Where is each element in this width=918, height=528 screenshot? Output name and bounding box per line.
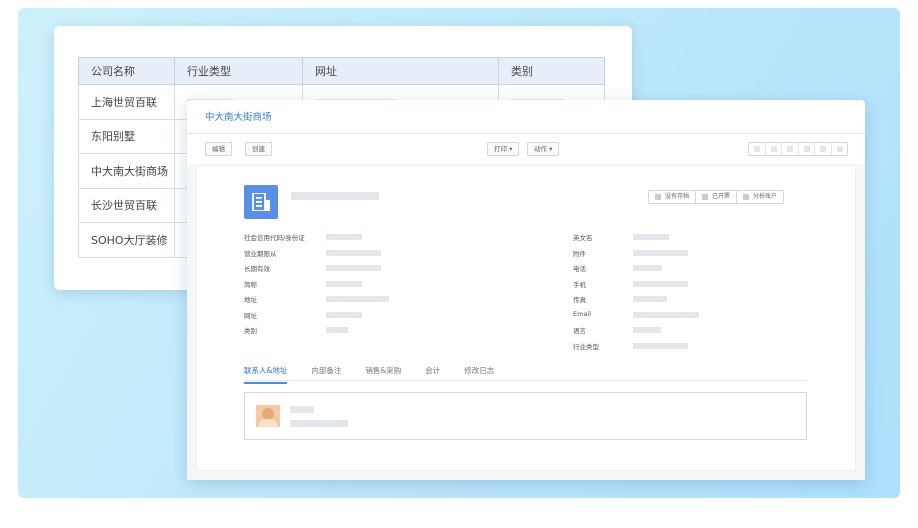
field-label-short-name: 简称: [244, 281, 257, 289]
field-label-attachment: 附件: [573, 250, 586, 258]
cell-company-name[interactable]: 东阳别墅: [78, 118, 175, 154]
company-form-sheet: 没有存档 已开票 分析账户 社会信用代码/身份证 营业期限从 长期有效 简称 地…: [197, 166, 855, 470]
print-label: 打印: [494, 145, 507, 153]
pager-button[interactable]: [832, 143, 848, 155]
field-label-address: 地址: [244, 296, 257, 304]
column-header-category[interactable]: 类别: [498, 57, 605, 85]
pager-button[interactable]: [766, 143, 782, 155]
create-button[interactable]: 创建: [245, 142, 272, 156]
table-header-row: 公司名称 行业类型 网址 类别: [78, 57, 605, 85]
cell-company-name[interactable]: 长沙世贸百联: [78, 187, 175, 223]
column-header-website[interactable]: 网址: [302, 57, 499, 85]
field-value-address[interactable]: [326, 296, 389, 302]
archive-icon: [655, 194, 661, 200]
tab-accounting[interactable]: 会计: [425, 365, 440, 384]
field-label-credit-code: 社会信用代码/身份证: [244, 234, 305, 242]
pager-button[interactable]: [749, 143, 766, 155]
field-value-category[interactable]: [326, 327, 348, 333]
company-name-placeholder: [291, 192, 379, 200]
contact-card[interactable]: [244, 392, 807, 440]
cell-company-name[interactable]: SOHO大厅装修: [78, 222, 175, 258]
tab-sales-purchase[interactable]: 销售&采购: [365, 365, 401, 384]
field-label-long-term: 长期有效: [244, 265, 270, 273]
no-archive-button[interactable]: 没有存档: [649, 191, 697, 203]
column-header-industry[interactable]: 行业类型: [174, 57, 303, 85]
field-value-mobile[interactable]: [633, 281, 688, 287]
notebook-tabs: 联系人&地址 内部备注 销售&采购 会计 修改日志: [244, 365, 518, 384]
avatar: [256, 405, 280, 427]
tabs-divider: [244, 380, 807, 381]
field-value-credit-code[interactable]: [326, 234, 362, 240]
field-value-short-name[interactable]: [326, 281, 362, 287]
invoice-icon: [702, 194, 709, 200]
cell-company-name[interactable]: 中大南大街商场: [78, 153, 175, 189]
field-label-website: 网址: [244, 312, 257, 320]
field-label-phone: 电话: [573, 265, 586, 273]
field-label-language: 语言: [573, 327, 586, 335]
field-value-long-term[interactable]: [326, 265, 381, 271]
breadcrumb[interactable]: 中大南大街商场: [205, 109, 272, 123]
cell-company-name[interactable]: 上海世贸百联: [78, 84, 175, 120]
pager-controls[interactable]: [748, 142, 848, 156]
field-value-industry[interactable]: [633, 343, 688, 349]
field-label-term-from: 营业期限从: [244, 250, 277, 258]
action-label: 动作: [534, 145, 547, 153]
pager-button[interactable]: [815, 143, 832, 155]
field-label-category: 类别: [244, 327, 257, 335]
field-label-industry: 行业类型: [573, 343, 599, 351]
print-dropdown[interactable]: 打印 ▾: [487, 142, 520, 156]
pager-button[interactable]: [799, 143, 815, 155]
field-label-email: Email: [573, 310, 592, 318]
header-divider: [187, 133, 865, 134]
field-label-english-name: 英文名: [573, 234, 593, 242]
column-header-company-name[interactable]: 公司名称: [78, 57, 175, 85]
field-value-term-from[interactable]: [326, 250, 381, 256]
contact-name-placeholder: [290, 406, 314, 413]
edit-button[interactable]: 编辑: [205, 142, 232, 156]
smart-buttons: 没有存档 已开票 分析账户: [648, 190, 785, 204]
contact-detail-placeholder: [290, 420, 348, 427]
pager-button[interactable]: [782, 143, 799, 155]
chevron-down-icon: ▾: [509, 145, 513, 153]
analytics-icon: [743, 194, 750, 200]
company-detail-card: 中大南大街商场 编辑 创建 打印 ▾ 动作 ▾ 没有存档 已开票 分析账户 社会…: [187, 100, 865, 480]
action-dropdown[interactable]: 动作 ▾: [527, 142, 560, 156]
building-card-icon: [244, 185, 278, 219]
invoiced-button[interactable]: 已开票: [696, 191, 738, 203]
field-value-fax[interactable]: [633, 296, 667, 302]
field-value-email[interactable]: [633, 312, 699, 318]
field-label-fax: 传真: [573, 296, 586, 304]
analytic-account-button[interactable]: 分析账户: [737, 191, 783, 203]
field-value-phone[interactable]: [633, 265, 662, 271]
field-value-website[interactable]: [326, 312, 362, 318]
field-value-attachment[interactable]: [633, 250, 688, 256]
field-value-english-name[interactable]: [633, 234, 669, 240]
field-label-mobile: 手机: [573, 281, 586, 289]
tab-contacts-addresses[interactable]: 联系人&地址: [244, 365, 288, 384]
tab-change-log[interactable]: 修改日志: [464, 365, 494, 384]
tab-internal-notes[interactable]: 内部备注: [311, 365, 341, 384]
chevron-down-icon: ▾: [549, 145, 553, 153]
field-value-language[interactable]: [633, 327, 661, 333]
